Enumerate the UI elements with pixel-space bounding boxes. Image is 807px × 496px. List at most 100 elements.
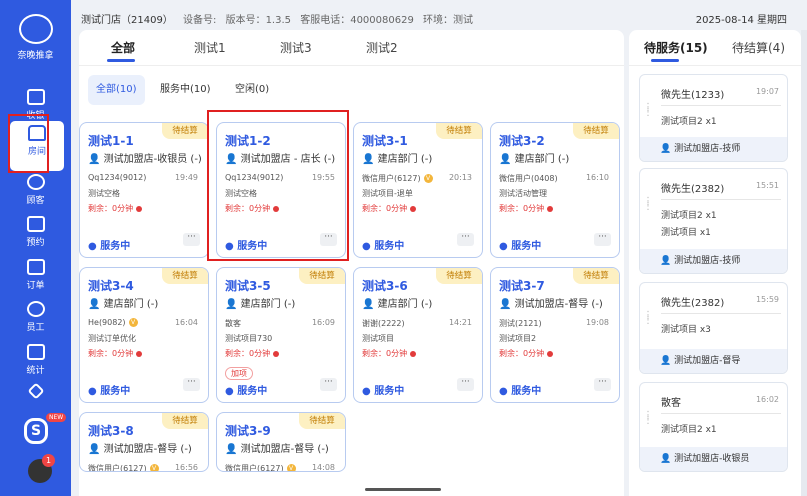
customer-line: 谢谢(2222) <box>362 318 405 329</box>
more-button[interactable]: ··· <box>594 233 611 246</box>
sidebar-item-label: 统计 <box>26 366 45 376</box>
sidebar-item-stats[interactable]: 统计 <box>0 340 71 384</box>
tab-all[interactable]: 全部 <box>111 39 135 56</box>
customer-name: 微信用户(0408) <box>499 174 558 183</box>
more-button[interactable]: ··· <box>183 378 200 391</box>
divider <box>661 105 781 106</box>
drag-handle-icon[interactable]: ⋮ ⋮ <box>643 311 653 327</box>
room-card[interactable]: 待结算 测试3-4 👤 建店部门 (-) He(9082) V 16:04 测试订单优化 剩余… <box>79 267 209 403</box>
vip-icon: V <box>286 464 296 471</box>
more-button[interactable]: ··· <box>183 233 200 246</box>
pending-settlement-tag: 待结算 <box>436 123 482 139</box>
alert-icon <box>136 350 143 357</box>
room-card[interactable]: 待结算 测试3-1 👤 建店部门 (-) 微信用户(6127) V 20:13 测试项目-退… <box>353 122 483 258</box>
room-card[interactable]: 待结算 测试3-7 👤 测试加盟店-督导 (-) 测试(2121) 19:08 测试项目2… <box>490 267 620 403</box>
person-icon: 👤 <box>660 356 672 366</box>
room-name: 测试3-4 <box>88 279 134 293</box>
pending-card[interactable]: ⋮ ⋮ 微先生(1233) 19:07 测试项目2 x1 👤 测试加盟店-技师 <box>639 74 788 162</box>
divider <box>661 199 781 200</box>
room-staff: 👤 测试加盟店-督导 (-) <box>499 295 603 310</box>
service-item: 测试项目2 x1 <box>661 211 717 221</box>
remaining-text: 剩余：0分钟 <box>362 204 408 213</box>
remaining-text: 剩余：0分钟 <box>362 349 408 358</box>
alert-icon <box>136 205 143 212</box>
room-card[interactable]: 待结算 测试1-1 👤 测试加盟店-收银员 (-) Qq1234(9012) 19:49… <box>79 122 209 258</box>
tab-test2[interactable]: 测试2 <box>366 39 398 56</box>
tab-test3[interactable]: 测试3 <box>280 39 312 56</box>
vip-icon: V <box>149 464 159 471</box>
home-indicator <box>365 488 441 491</box>
room-card[interactable]: 待结算测试3-9 👤 测试加盟店-督导 (-) 微信用户(6127)V 14:08 测试… <box>216 412 346 472</box>
sidebar-item-clean[interactable] <box>0 381 71 405</box>
more-button[interactable]: ··· <box>457 378 474 391</box>
person-icon: 👤 <box>660 454 672 464</box>
more-button[interactable]: ··· <box>320 378 337 391</box>
drag-handle-icon[interactable]: ⋮ ⋮ <box>643 411 653 427</box>
customer-line: 微信用户(6127) V <box>362 173 433 184</box>
person-icon: 👤 <box>499 299 512 310</box>
project-name: 测试项目730 <box>225 334 273 343</box>
room-card[interactable]: 待结算 测试3-5 👤 建店部门 (-) 散客 16:09 测试项目730 剩余：0分钟 加项… <box>216 267 346 403</box>
filter-all[interactable]: 全部(10) <box>88 75 145 105</box>
sidebar-item-customers[interactable]: 顾客 <box>0 170 71 214</box>
brand-logo: 奈晚推拿 <box>0 14 71 61</box>
project-name: 测试空格 <box>88 189 120 198</box>
order-time: 15:59 <box>755 295 779 304</box>
vip-icon: V <box>423 174 433 183</box>
remaining-time: 剩余：0分钟 <box>88 348 143 359</box>
drag-handle-icon[interactable]: ⋮ ⋮ <box>643 197 653 213</box>
cashier-icon <box>26 89 45 105</box>
service-item: 测试项目2 x1 <box>661 117 717 127</box>
person-icon: 👤 <box>88 299 101 310</box>
filter-in-service[interactable]: 服务中(10) <box>152 75 219 105</box>
filter-idle[interactable]: 空闲(0) <box>227 75 277 105</box>
sidebar-item-label: 员工 <box>26 323 45 333</box>
staff-name: 建店部门 (-) <box>240 299 296 310</box>
start-time: 20:13 <box>448 173 472 182</box>
order-time: 19:07 <box>755 87 779 96</box>
pending-card[interactable]: ⋮ ⋮ 微先生(2382) 15:51 测试项目2 x1 测试项目 x1 👤 测试加盟店-技… <box>639 168 788 274</box>
phone-label: 客服电话： <box>300 15 351 26</box>
alert-icon <box>547 205 554 212</box>
tab-test1[interactable]: 测试1 <box>194 39 226 56</box>
sidebar: 奈晚推拿 收银 房间 顾客 预约 订单 员工 统计 S NEW 1 <box>0 0 71 496</box>
pending-card[interactable]: ⋮ ⋮ 微先生(2382) 15:59 测试项目 x3 👤 测试加盟店-督导 <box>639 282 788 374</box>
start-time: 19:49 <box>174 173 198 182</box>
sidebar-item-booking[interactable]: 预约 <box>0 212 71 256</box>
room-card[interactable]: 待结算测试3-8 👤 测试加盟店-督导 (-) 微信用户(6127)V 16:56 测试… <box>79 412 209 472</box>
remaining-text: 剩余：0分钟 <box>499 204 545 213</box>
customer-name: 微先生(1233) <box>661 90 725 101</box>
room-name: 测试3-9 <box>225 424 271 438</box>
drag-handle-icon[interactable]: ⋮ ⋮ <box>643 103 653 119</box>
room-panel: 全部 测试1 测试3 测试2 全部(10) 服务中(10) 空闲(0) 待结算测… <box>79 30 624 496</box>
person-icon: 👤 <box>225 444 238 455</box>
customer-line: 微信用户(6127) V <box>225 463 296 471</box>
scrollbar[interactable] <box>801 30 807 496</box>
app-switch-icon[interactable]: S <box>24 418 48 444</box>
sidebar-item-orders[interactable]: 订单 <box>0 255 71 299</box>
room-staff: 👤 建店部门 (-) <box>499 150 569 165</box>
addon-tag[interactable]: 加项 <box>225 367 253 380</box>
pending-card[interactable]: ⋮ ⋮ 散客 16:02 测试项目2 x1 👤 测试加盟店-收银员 <box>639 382 788 472</box>
tab-pending-settlement[interactable]: 待结算(4) <box>732 39 785 56</box>
pending-settlement-tag: 待结算 <box>162 123 208 139</box>
status-in-service: ● 服务中 <box>499 386 542 397</box>
start-time: 19:08 <box>585 318 609 327</box>
sidebar-item-staff[interactable]: 员工 <box>0 297 71 341</box>
customer-icon <box>26 174 45 190</box>
device-info: 设备号: 版本号：1.3.5 客服电话：4000080629 环境：测试 <box>183 11 473 26</box>
more-button[interactable]: ··· <box>594 378 611 391</box>
more-button[interactable]: ··· <box>457 233 474 246</box>
tab-pending-service[interactable]: 待服务(15) <box>644 39 708 56</box>
pending-settlement-tag: 待结算 <box>573 123 619 139</box>
staff-name: 测试加盟店-督导 <box>674 356 741 366</box>
room-staff: 👤 建店部门 (-) <box>362 295 432 310</box>
new-badge: NEW <box>46 413 67 422</box>
room-card[interactable]: 待结算 测试3-2 👤 建店部门 (-) 微信用户(0408) 16:10 测试活动管理剩… <box>490 122 620 258</box>
remaining-time: 剩余：0分钟 <box>88 203 143 214</box>
room-staff: 👤 测试加盟店-收银员 (-) <box>88 150 202 165</box>
remaining-time: 剩余：0分钟 <box>362 348 417 359</box>
customer-line: 散客 <box>225 318 241 329</box>
store-name: 测试门店（21409） <box>81 15 173 26</box>
room-card[interactable]: 待结算 测试3-6 👤 建店部门 (-) 谢谢(2222) 14:21 测试项目 剩余：0分… <box>353 267 483 403</box>
